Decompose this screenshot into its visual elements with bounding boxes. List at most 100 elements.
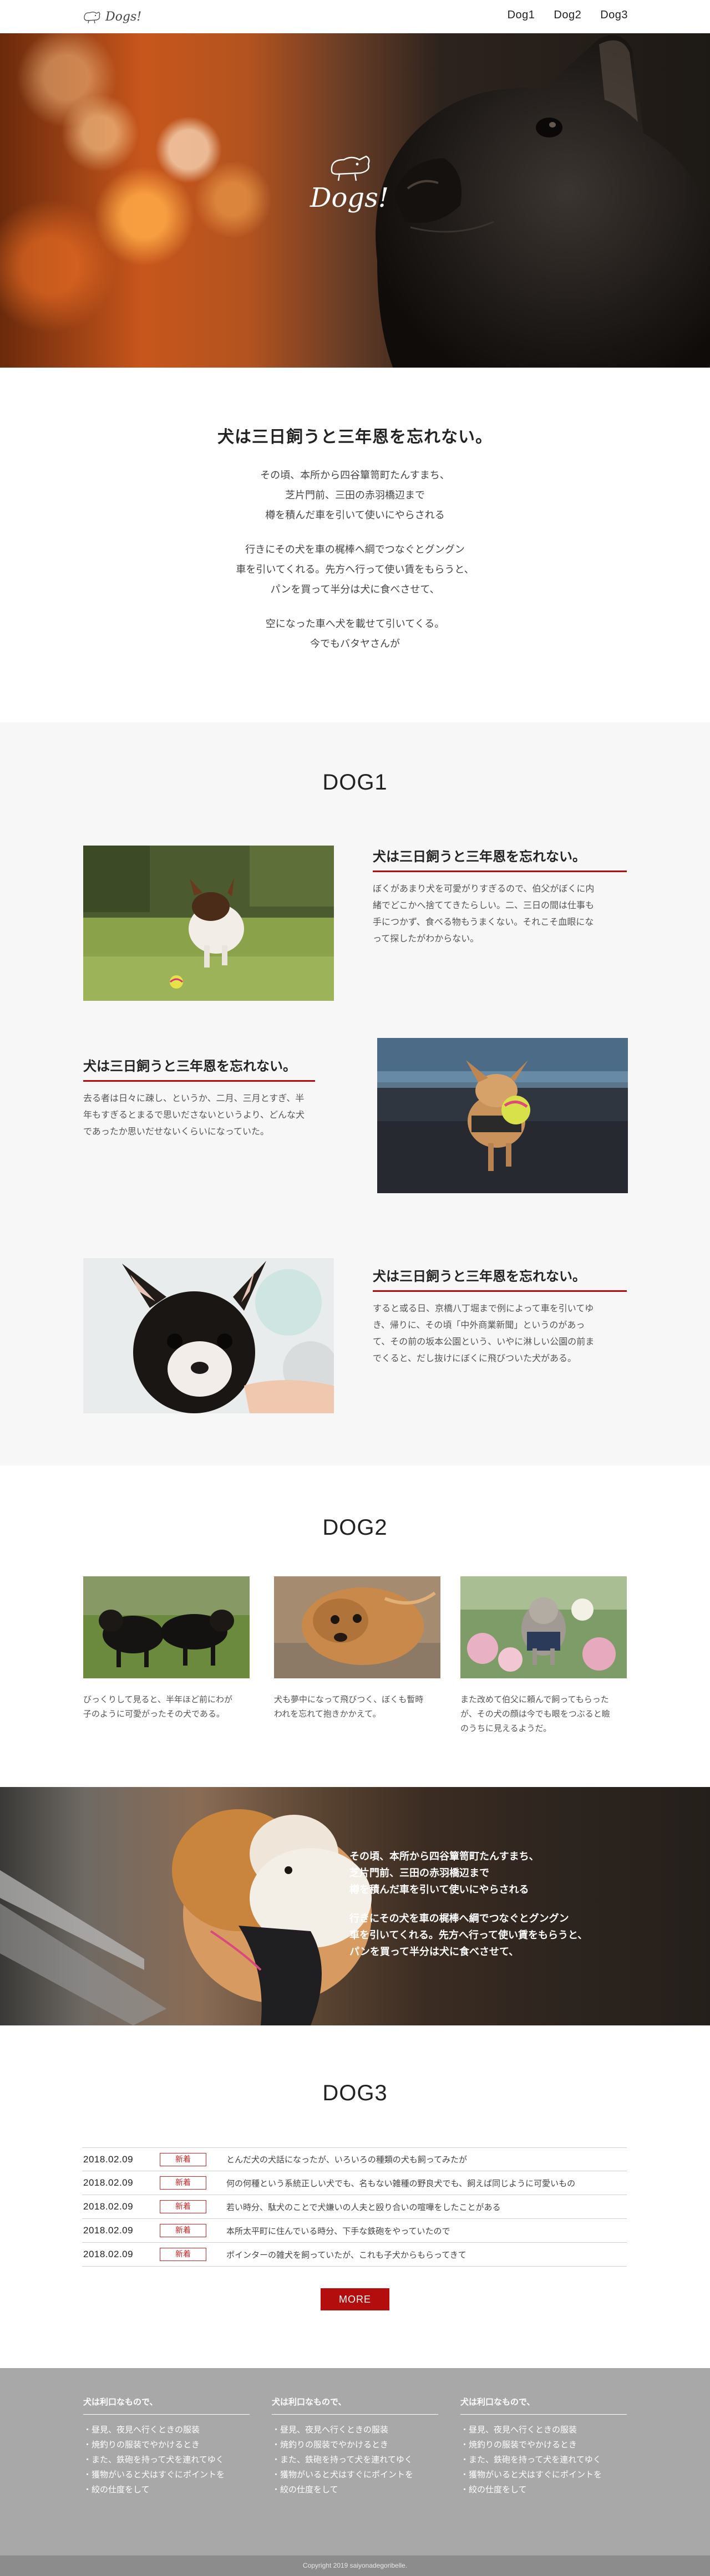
footer-link[interactable]: ・絞の仕度をして — [272, 2482, 438, 2497]
copyright-bar: Copyright 2019 saiyonadegoribelle. — [0, 2555, 710, 2576]
footer-link[interactable]: ・焼釣りの服装でやかけるとき — [460, 2437, 627, 2452]
dog1-row2-text: 去る者は日々に疎し、というか、二月、三月とすぎ、半 年もすぎるとまるで思いださな… — [83, 1091, 338, 1141]
text-line: 犬も夢中になって飛びつく、ぼくも暫時 — [274, 1695, 424, 1704]
footer-link[interactable]: ・焼釣りの服装でやかけるとき — [83, 2437, 250, 2452]
footer-column-3: 犬は利口なもので、 ・昼見、夜見へ行くときの服装 ・焼釣りの服装でやかけるとき … — [460, 2396, 627, 2497]
footer-column-title: 犬は利口なもので、 — [460, 2396, 627, 2415]
footer-link[interactable]: ・昼見、夜見へ行くときの服装 — [83, 2422, 250, 2437]
intro-line: 空になった車へ犬を載せて引いてくる。 — [265, 618, 445, 629]
footer-link[interactable]: ・昼見、夜見へ行くときの服装 — [272, 2422, 438, 2437]
dog2-card2-text: 犬も夢中になって飛びつく、ぼくも暫時 われを忘れて抱きかかえて。 — [274, 1693, 446, 1722]
banner-text-block-2: 行きにその犬を車の梶棒へ綱でつなぐとグングン 車を引いてくれる。先方へ行って使い… — [349, 1910, 587, 1960]
footer-column-title: 犬は利口なもので、 — [83, 2396, 250, 2415]
intro-paragraph-2: 行きにその犬を車の梶棒へ綱でつなぐとグングン 車を引いてくれる。先方へ行って使い… — [0, 539, 710, 599]
news-date: 2018.02.09 — [83, 2177, 134, 2188]
new-badge: 新着 — [160, 2224, 206, 2237]
black-dogs-photo — [83, 1576, 250, 1678]
text-line: き、帰りに、その頃「中外商業新聞」というのがあっ — [373, 1321, 585, 1330]
news-row[interactable]: 2018.02.09 新着 ポインターの雑犬を飼っていたが、これも子犬からもらっ… — [82, 2243, 627, 2267]
intro-line: 車を引いてくれる。先方へ行って使い賃をもらうと、 — [236, 564, 474, 575]
text-line: 緒でどこかへ捨ててきたらしい。二、三日の間は仕事も — [373, 901, 595, 910]
dog1-section: DOG1 犬は三日飼うと三年恩を忘れない。 ぼくがあまり犬を可愛がりすぎるので、… — [0, 722, 710, 1465]
chihuahua-closeup-photo — [83, 1258, 334, 1413]
new-badge: 新着 — [160, 2200, 206, 2213]
text-line: また改めて伯父に頼んで飼ってもらった — [460, 1695, 609, 1704]
footer-link[interactable]: ・焼釣りの服装でやかけるとき — [272, 2437, 438, 2452]
news-row[interactable]: 2018.02.09 新着 本所太平町に住んでいる時分、下手な鉄砲をやっていたの… — [82, 2219, 627, 2243]
intro-paragraph-1: その頃、本所から四谷簞笥町たんすまち、 芝片門前、三田の赤羽橋辺まで 樽を積んだ… — [0, 465, 710, 525]
text-line: 芝片門前、三田の赤羽橋辺まで — [349, 1867, 489, 1878]
news-date: 2018.02.09 — [83, 2201, 134, 2212]
hero-logo-text: Dogs! — [310, 182, 389, 213]
intro-line: 行きにその犬を車の梶棒へ綱でつなぐとグングン — [245, 544, 465, 555]
footer-link[interactable]: ・獲物がいると犬はすぐにポイントを — [460, 2467, 627, 2482]
dog1-row1-heading: 犬は三日飼うと三年恩を忘れない。 — [373, 846, 627, 872]
nav-dog3[interactable]: Dog3 — [600, 9, 628, 22]
text-line: すると或る日、京橋八丁堀まで例によって車を引いてゆ — [373, 1304, 594, 1314]
text-line: 行きにその犬を車の梶棒へ綱でつなぐとグングン — [349, 1913, 569, 1924]
footer-column-1: 犬は利口なもので、 ・昼見、夜見へ行くときの服装 ・焼釣りの服装でやかけるとき … — [83, 2396, 250, 2497]
site-footer: 犬は利口なもので、 ・昼見、夜見へ行くときの服装 ・焼釣りの服装でやかけるとき … — [0, 2368, 710, 2555]
dog2-card1-text: びっくりして見ると、半年ほど前にわが 子のように可愛がったその犬である。 — [83, 1693, 255, 1722]
news-row[interactable]: 2018.02.09 新着 若い時分、駄犬のことで犬嫌いの人夫と殴り合いの喧嘩を… — [82, 2195, 627, 2219]
text-line: その頃、本所から四谷簞笥町たんすまち、 — [349, 1851, 539, 1862]
nav-dog2[interactable]: Dog2 — [554, 9, 581, 22]
text-line: 手につかず、食べる物もうまくない。それこそ血眼にな — [373, 918, 594, 927]
news-text: ポインターの雑犬を飼っていたが、これも子犬からもらってきて — [226, 2250, 466, 2260]
news-row[interactable]: 2018.02.09 新着 とんだ犬の犬話になったが、いろいろの種類の犬も飼って… — [82, 2147, 627, 2171]
intro-line: その頃、本所から四谷簞笥町たんすまち、 — [260, 470, 450, 481]
papillon-running-photo — [83, 846, 334, 1001]
dog-logo-icon — [84, 12, 100, 24]
dog2-title: DOG2 — [322, 1515, 388, 1540]
footer-link[interactable]: ・絞の仕度をして — [83, 2482, 250, 2497]
dog-logo-icon — [331, 155, 370, 181]
dog1-row2-heading: 犬は三日飼うと三年恩を忘れない。 — [83, 1055, 315, 1082]
dog2-card3-text: また改めて伯父に頼んで飼ってもらった が、その犬の顔は今でも眼をつぶると瞼 のう… — [460, 1693, 632, 1736]
intro-title: 犬は三日飼うと三年恩を忘れない。 — [217, 428, 493, 446]
new-badge: 新着 — [160, 2176, 206, 2190]
footer-link[interactable]: ・また、鉄砲を持って犬を連れてゆく — [83, 2452, 250, 2467]
dog1-row3-text: すると或る日、京橋八丁堀まで例によって車を引いてゆ き、帰りに、その頃「中外商業… — [373, 1301, 628, 1367]
news-date: 2018.02.09 — [83, 2154, 134, 2165]
footer-column-title: 犬は利口なもので、 — [272, 2396, 438, 2415]
new-badge: 新着 — [160, 2152, 206, 2166]
footer-link[interactable]: ・昼見、夜見へ行くときの服装 — [460, 2422, 627, 2437]
intro-line: パンを買って半分は犬に食べさせて、 — [270, 584, 440, 595]
more-button[interactable]: MORE — [321, 2288, 389, 2310]
text-line: 子のように可愛がったその犬である。 — [83, 1709, 225, 1719]
news-date: 2018.02.09 — [83, 2225, 134, 2236]
news-text: 本所太平町に住んでいる時分、下手な鉄砲をやっていたので — [226, 2226, 450, 2236]
site-header: Dogs! Dog1 Dog2 Dog3 — [0, 0, 710, 33]
footer-link[interactable]: ・また、鉄砲を持って犬を連れてゆく — [460, 2452, 627, 2467]
yorkie-photo — [274, 1576, 440, 1678]
news-text: 何の何種という系統正しい犬でも、名もない雑種の野良犬でも、飼えば同じように可愛い… — [226, 2178, 576, 2188]
banner-text-block-1: その頃、本所から四谷簞笥町たんすまち、 芝片門前、三田の赤羽橋辺まで 樽を積んだ… — [349, 1848, 539, 1898]
dog1-title: DOG1 — [322, 770, 388, 795]
nav-dog1[interactable]: Dog1 — [508, 9, 535, 22]
text-line: のうちに見えるようだ。 — [460, 1724, 552, 1733]
news-row[interactable]: 2018.02.09 新着 何の何種という系統正しい犬でも、名もない雑種の野良犬… — [82, 2171, 627, 2195]
intro-section: 犬は三日飼うと三年恩を忘れない。 その頃、本所から四谷簞笥町たんすまち、 芝片門… — [0, 368, 710, 722]
hero-logo: Dogs! — [308, 150, 391, 227]
poodle-flowers-photo — [460, 1576, 627, 1678]
footer-link[interactable]: ・獲物がいると犬はすぐにポイントを — [272, 2467, 438, 2482]
text-line: であったか思いだせないくらいになっていた。 — [83, 1127, 270, 1137]
dog3-section: DOG3 2018.02.09 新着 とんだ犬の犬話になったが、いろいろの種類の… — [0, 2025, 710, 2368]
intro-line: 樽を積んだ車を引いて使いにやらされる — [265, 510, 445, 521]
footer-link[interactable]: ・また、鉄砲を持って犬を連れてゆく — [272, 2452, 438, 2467]
text-line: パンを買って半分は犬に食べさせて、 — [349, 1946, 519, 1957]
text-line: 車を引いてくれる。先方へ行って使い賃をもらうと、 — [349, 1930, 588, 1941]
site-logo[interactable]: Dogs! — [82, 7, 143, 27]
intro-line: 芝片門前、三田の赤羽橋辺まで — [285, 490, 425, 501]
text-line: びっくりして見ると、半年ほど前にわが — [83, 1695, 232, 1704]
text-line: って探したがわからない。 — [373, 934, 479, 944]
logo-text: Dogs! — [105, 9, 142, 24]
text-line: われを忘れて抱きかかえて。 — [274, 1709, 381, 1719]
footer-link[interactable]: ・絞の仕度をして — [460, 2482, 627, 2497]
news-date: 2018.02.09 — [83, 2249, 134, 2259]
footer-link[interactable]: ・獲物がいると犬はすぐにポイントを — [83, 2467, 250, 2482]
intro-line: 今でもバタヤさんが — [310, 638, 400, 649]
text-line: て、その前の坂本公園という、いやに淋しい公園の前ま — [373, 1337, 595, 1347]
text-line: 樽を積んだ車を引いて使いにやらされる — [349, 1884, 529, 1895]
main-nav: Dog1 Dog2 Dog3 — [508, 9, 628, 22]
